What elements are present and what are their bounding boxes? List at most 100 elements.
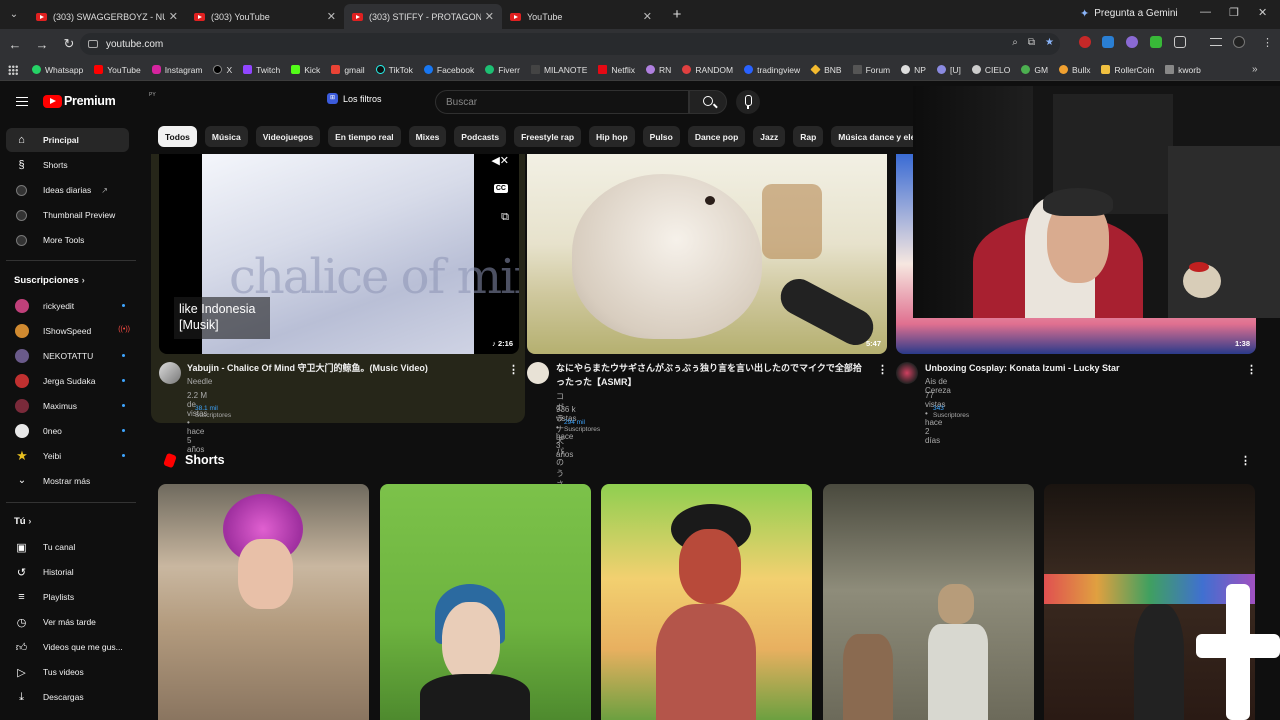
chip[interactable]: Mixes: [408, 126, 447, 147]
bookmark-rollercoin[interactable]: RollerCoin: [1101, 65, 1154, 75]
chip-todos[interactable]: Todos: [158, 126, 197, 147]
close-tab-icon[interactable]: ✕: [327, 10, 336, 23]
channel-avatar[interactable]: [159, 362, 181, 384]
sidebar-item-historial[interactable]: ↺ Historial: [6, 560, 129, 584]
restore-icon[interactable]: ❐: [1229, 6, 1239, 19]
short-thumbnail[interactable]: [601, 484, 812, 720]
sidebar-item-more-tools[interactable]: More Tools: [6, 228, 129, 252]
bookmark-np[interactable]: NP: [901, 65, 926, 75]
back-icon[interactable]: ←: [3, 37, 27, 52]
more-options-icon[interactable]: ⋮: [1246, 363, 1257, 376]
bookmark-milanote[interactable]: MILANOTE: [530, 65, 587, 75]
sidebar-item-thumbnail-preview[interactable]: Thumbnail Preview: [6, 203, 129, 227]
more-options-icon[interactable]: ⋮: [877, 363, 888, 376]
close-window-icon[interactable]: ✕: [1258, 6, 1267, 19]
chip[interactable]: Música dance y electrónica: [831, 126, 920, 147]
tab-search-dropdown-icon[interactable]: ⌄: [0, 0, 28, 29]
close-tab-icon[interactable]: ✕: [485, 10, 494, 23]
you-header[interactable]: Tú ›: [14, 516, 31, 527]
extensions-puzzle-icon[interactable]: [1174, 36, 1186, 48]
browser-tab-active[interactable]: (303) STIFFY - PROTAGONISTA ✕: [344, 4, 502, 29]
sidebar-item-tu-canal[interactable]: ▣ Tu canal: [6, 535, 129, 559]
bookmark-kworb[interactable]: kworb: [1165, 65, 1201, 75]
bookmark-fiverr[interactable]: Fiverr: [485, 65, 520, 75]
subscription-item[interactable]: 0neo: [15, 422, 125, 440]
install-app-icon[interactable]: ⧉: [1028, 37, 1035, 48]
profile-avatar-icon[interactable]: [1233, 36, 1245, 48]
bookmark-bullx[interactable]: Bullx: [1059, 65, 1090, 75]
bookmark-gmail[interactable]: gmail: [331, 65, 365, 75]
extension-icon[interactable]: [1102, 36, 1114, 48]
chip[interactable]: Rap: [793, 126, 824, 147]
sidebar-item-ideas-diarias[interactable]: Ideas diarias ↗: [6, 178, 129, 202]
extension-record-icon[interactable]: [1079, 36, 1091, 48]
browser-tab[interactable]: (303) YouTube ✕: [186, 4, 344, 29]
subscription-item[interactable]: NEKOTATTU: [15, 347, 125, 365]
search-input[interactable]: Buscar: [435, 90, 689, 114]
bookmark-instagram[interactable]: Instagram: [151, 65, 202, 75]
browser-tab[interactable]: (303) SWAGGERBOYZ - NUNCA ✕: [28, 4, 186, 29]
bookmark-bnb[interactable]: BNB: [810, 64, 842, 75]
bookmark-forum[interactable]: Forum: [852, 65, 890, 75]
sidebar-item-ver-mas-tarde[interactable]: ◷ Ver más tarde: [6, 610, 129, 634]
browser-menu-icon[interactable]: ⋮: [1262, 36, 1273, 49]
site-info-icon[interactable]: [88, 40, 98, 48]
search-icon[interactable]: [689, 90, 727, 114]
bookmark-twitch[interactable]: Twitch: [243, 65, 280, 75]
video-thumbnail[interactable]: 5:47: [527, 154, 887, 354]
chip[interactable]: Jazz: [753, 126, 786, 147]
sidebar-item-tus-videos[interactable]: ▷ Tus videos: [6, 660, 129, 684]
bookmark-random[interactable]: RANDOM: [682, 65, 733, 75]
bookmark-tradingview[interactable]: tradingview: [744, 65, 800, 75]
filters-extension-button[interactable]: ⊞ Los filtros: [327, 93, 382, 104]
bookmark-u[interactable]: [U]: [936, 65, 961, 75]
bookmark-tiktok[interactable]: TikTok: [375, 65, 413, 75]
chip[interactable]: Freestyle rap: [514, 126, 582, 147]
close-tab-icon[interactable]: ✕: [643, 10, 652, 23]
short-thumbnail[interactable]: [158, 484, 369, 720]
sidebar-item-descargas[interactable]: ⤓ Descargas: [6, 685, 129, 709]
channel-avatar[interactable]: [896, 362, 918, 384]
menu-icon[interactable]: [16, 97, 28, 106]
subscriptions-header[interactable]: Suscripciones ›: [14, 275, 85, 286]
browser-tab[interactable]: YouTube ✕: [502, 4, 660, 29]
short-thumbnail[interactable]: [823, 484, 1034, 720]
more-bookmarks-icon[interactable]: »: [1252, 64, 1258, 75]
bookmark-x[interactable]: X: [213, 65, 232, 75]
bookmark-facebook[interactable]: Facebook: [423, 65, 474, 75]
video-title[interactable]: Unboxing Cosplay: Konata Izumi - Lucky S…: [925, 361, 1235, 375]
sidebar-item-principal[interactable]: ⌂ Principal: [6, 128, 129, 152]
chip[interactable]: Videojuegos: [255, 126, 321, 147]
bookmark-gm[interactable]: GM: [1021, 65, 1048, 75]
add-to-queue-icon[interactable]: ⧉: [501, 211, 509, 224]
new-tab-button[interactable]: +: [666, 4, 688, 26]
extension-icon[interactable]: [1126, 36, 1138, 48]
short-thumbnail[interactable]: [380, 484, 591, 720]
gemini-button[interactable]: ✦ Pregunta a Gemini: [1080, 7, 1178, 20]
chip[interactable]: Dance pop: [687, 126, 746, 147]
bookmark-star-icon[interactable]: ★: [1045, 37, 1054, 48]
chip[interactable]: Pulso: [642, 126, 680, 147]
channel-name[interactable]: Needle: [187, 377, 212, 386]
chip[interactable]: Hip hop: [589, 126, 635, 147]
bookmark-kick[interactable]: Kick: [291, 65, 320, 75]
video-title[interactable]: Yabujin - Chalice Of Mind 守卫大门的鲸鱼。(Music…: [187, 361, 497, 375]
bookmark-rn[interactable]: RN: [646, 65, 671, 75]
show-more-button[interactable]: ⌄ Mostrar más: [15, 472, 125, 490]
subscription-item[interactable]: Jerga Sudaka: [15, 372, 125, 390]
bookmark-youtube[interactable]: YouTube: [94, 65, 141, 75]
more-options-icon[interactable]: ⋮: [508, 363, 519, 376]
extension-icon[interactable]: [1150, 36, 1162, 48]
reload-icon[interactable]: ↻: [57, 36, 81, 52]
bookmark-cielo[interactable]: CIELO: [971, 65, 1010, 75]
youtube-premium-logo[interactable]: Premium PY: [43, 92, 156, 108]
bookmark-netflix[interactable]: Netflix: [598, 65, 635, 75]
sidebar-item-shorts[interactable]: § Shorts: [6, 153, 129, 177]
microphone-icon[interactable]: [736, 90, 760, 114]
closed-captions-icon[interactable]: CC: [493, 184, 508, 193]
chip[interactable]: En tiempo real: [328, 126, 401, 147]
sidebar-item-liked-videos[interactable]: 👍︎ Videos que me gus...: [6, 635, 129, 659]
close-tab-icon[interactable]: ✕: [169, 10, 178, 23]
forward-icon[interactable]: →: [30, 37, 54, 52]
subscription-item[interactable]: IShowSpeed ((•)): [15, 322, 130, 340]
